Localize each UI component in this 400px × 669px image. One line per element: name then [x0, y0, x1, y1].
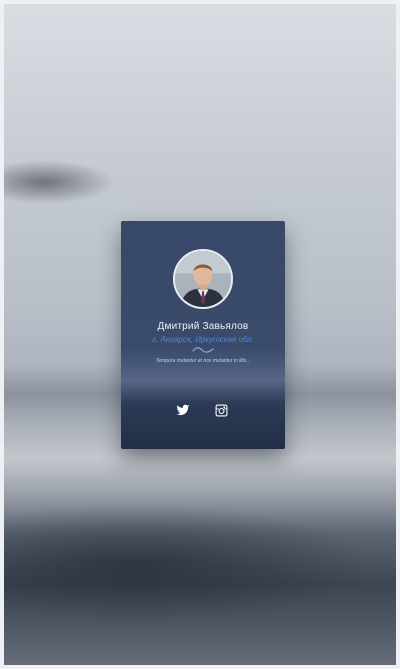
profile-card: Дмитрий Завьялов г. Ангарск, Иркутская о…: [121, 221, 285, 449]
avatar[interactable]: [173, 249, 233, 309]
profile-tagline: Tempora mutantur et nos mutantur in illi…: [155, 358, 251, 364]
instagram-icon: [215, 404, 227, 416]
squiggle-divider-icon: [192, 347, 214, 353]
card-landscape-overlay: [121, 371, 285, 449]
instagram-link[interactable]: [213, 402, 229, 418]
profile-location: г. Ангарск, Иркутская обл.: [152, 335, 254, 344]
avatar-portrait: [175, 251, 231, 307]
twitter-link[interactable]: [175, 402, 191, 418]
profile-name: Дмитрий Завьялов: [157, 321, 249, 332]
twitter-icon: [176, 404, 190, 416]
